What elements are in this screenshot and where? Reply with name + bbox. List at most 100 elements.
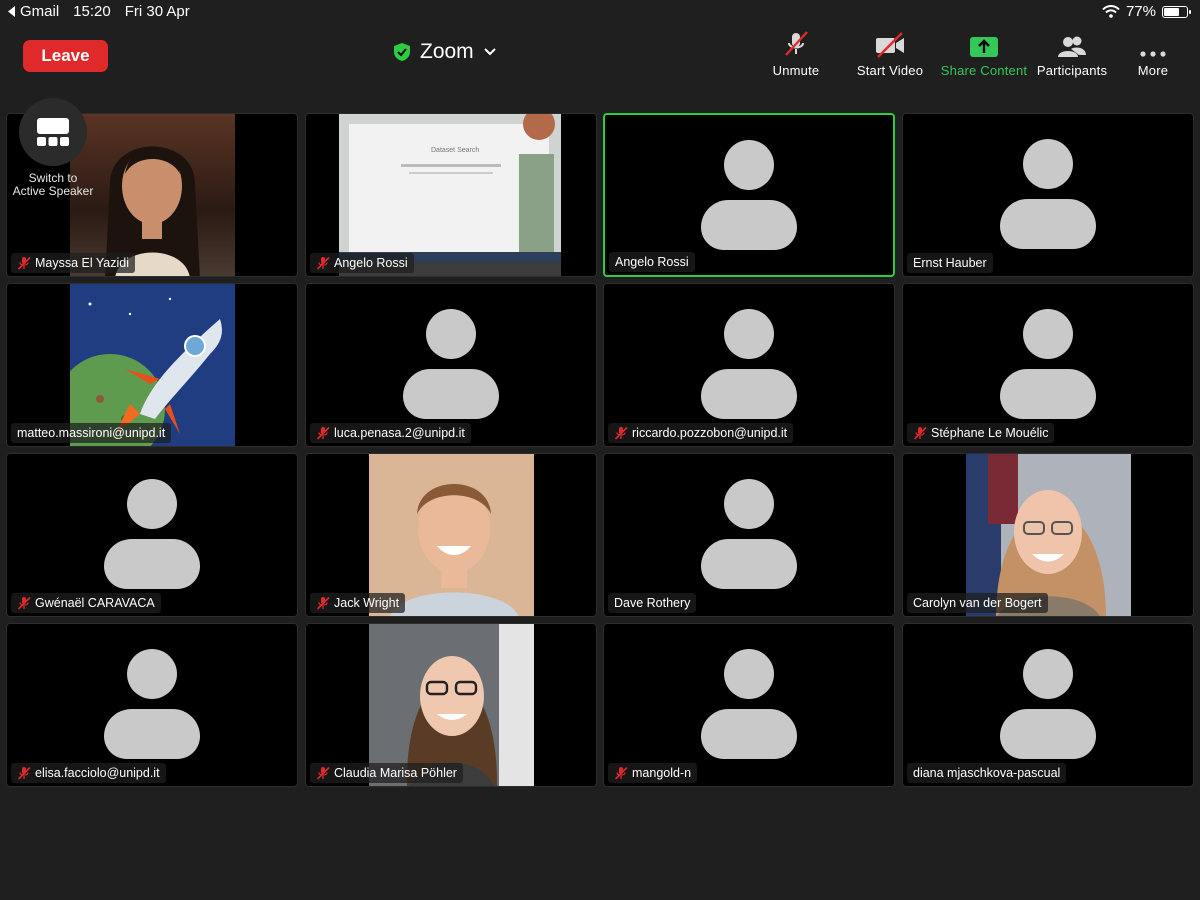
default-avatar-icon [1000, 136, 1096, 250]
muted-microphone-icon [785, 31, 808, 56]
participant-name: Dave Rothery [614, 596, 691, 610]
participant-tile[interactable]: Stéphane Le Mouélic [902, 283, 1194, 447]
participant-name: matteo.massironi@unipd.it [17, 426, 166, 440]
participants-label: Participants [1036, 63, 1108, 78]
participant-name-tag: mangold-n [608, 763, 698, 783]
participant-name: mangold-n [632, 766, 692, 780]
default-avatar-icon [701, 137, 797, 251]
participant-name: Carolyn van der Bogert [913, 596, 1042, 610]
muted-microphone-icon [913, 426, 927, 440]
muted-microphone-icon [316, 256, 330, 270]
unmute-button[interactable]: Unmute [770, 31, 822, 78]
default-avatar-icon [701, 646, 797, 760]
participant-video [369, 624, 534, 786]
participant-tile[interactable]: Dave Rothery [603, 453, 895, 617]
participant-tile[interactable]: matteo.massironi@unipd.it [6, 283, 298, 447]
muted-microphone-icon [316, 596, 330, 610]
participants-button[interactable]: Participants [1034, 34, 1110, 78]
muted-microphone-icon [614, 426, 628, 440]
unmute-label: Unmute [772, 63, 820, 78]
muted-microphone-icon [17, 596, 31, 610]
status-bar: Gmail 15:20 Fri 30 Apr 77% [0, 0, 1200, 24]
muted-microphone-icon [17, 766, 31, 780]
default-avatar-icon [1000, 646, 1096, 760]
participant-tile[interactable]: Jack Wright [305, 453, 597, 617]
muted-microphone-icon [316, 426, 330, 440]
participant-tile[interactable]: Ernst Hauber [902, 113, 1194, 277]
participant-name: Gwénaël CARAVACA [35, 596, 155, 610]
participant-name-tag: luca.penasa.2@unipd.it [310, 423, 471, 443]
participant-tile[interactable]: mangold-n [603, 623, 895, 787]
date: Fri 30 Apr [124, 3, 190, 20]
participant-name-tag: Angelo Rossi [609, 252, 695, 272]
switch-to-active-speaker-button[interactable]: Switch to Active Speaker [8, 98, 98, 202]
start-video-label: Start Video [856, 63, 924, 78]
back-arrow-icon [8, 6, 15, 17]
chevron-down-icon [483, 48, 496, 56]
participant-tile[interactable]: riccardo.pozzobon@unipd.it [603, 283, 895, 447]
screen-text: Dataset Search [431, 147, 479, 154]
more-label: More [1137, 63, 1169, 78]
participant-name: elisa.facciolo@unipd.it [35, 766, 160, 780]
participant-name-tag: elisa.facciolo@unipd.it [11, 763, 166, 783]
back-to-app-button[interactable]: Gmail [8, 3, 59, 20]
default-avatar-icon [403, 306, 499, 420]
default-avatar-icon [1000, 306, 1096, 420]
participant-name-tag: Carolyn van der Bogert [907, 593, 1048, 613]
participant-name-tag: diana mjaschkova-pascual [907, 763, 1067, 783]
default-avatar-icon [104, 646, 200, 760]
share-content-label: Share Content [940, 63, 1028, 78]
leave-button[interactable]: Leave [23, 40, 108, 72]
participant-name-tag: Dave Rothery [608, 593, 697, 613]
participant-name-tag: Ernst Hauber [907, 253, 993, 273]
participant-name: Ernst Hauber [913, 256, 987, 270]
participant-name: riccardo.pozzobon@unipd.it [632, 426, 788, 440]
meeting-title: Zoom [420, 40, 474, 63]
participants-icon [1058, 36, 1086, 57]
participant-tile[interactable]: Claudia Marisa Pöhler [305, 623, 597, 787]
battery-icon [1162, 5, 1191, 18]
participant-name-tag: Gwénaël CARAVACA [11, 593, 161, 613]
more-dots-icon [1140, 51, 1166, 57]
participant-name-tag: Mayssa El Yazidi [11, 253, 136, 273]
participant-tile[interactable]: Angelo Rossi [603, 113, 895, 277]
participant-video [966, 454, 1131, 616]
participant-name: Angelo Rossi [334, 256, 408, 270]
participant-name: Stéphane Le Mouélic [931, 426, 1049, 440]
participant-name: Mayssa El Yazidi [35, 256, 130, 270]
clock: 15:20 [73, 3, 111, 20]
participant-tile[interactable]: Dataset Search Angelo Rossi [305, 113, 597, 277]
participant-tile[interactable]: luca.penasa.2@unipd.it [305, 283, 597, 447]
share-screen-icon [970, 37, 998, 57]
default-avatar-icon [701, 476, 797, 590]
video-off-icon [876, 32, 904, 58]
shield-check-icon [394, 43, 410, 61]
participant-name: Jack Wright [334, 596, 400, 610]
muted-microphone-icon [17, 256, 31, 270]
participant-tile[interactable]: elisa.facciolo@unipd.it [6, 623, 298, 787]
start-video-button[interactable]: Start Video [854, 32, 926, 78]
more-button[interactable]: More [1134, 34, 1172, 78]
muted-microphone-icon [614, 766, 628, 780]
share-content-button[interactable]: Share Content [940, 34, 1028, 78]
participant-tile[interactable]: diana mjaschkova-pascual [902, 623, 1194, 787]
default-avatar-icon [701, 306, 797, 420]
switch-label-line2: Active Speaker [12, 184, 94, 198]
participant-name-tag: matteo.massironi@unipd.it [11, 423, 172, 443]
muted-microphone-icon [316, 766, 330, 780]
default-avatar-icon [104, 476, 200, 590]
meeting-title-button[interactable]: Zoom [394, 38, 496, 66]
participant-name-tag: Stéphane Le Mouélic [907, 423, 1055, 443]
back-app-label: Gmail [20, 3, 60, 20]
participant-name: luca.penasa.2@unipd.it [334, 426, 465, 440]
participant-tile[interactable]: Gwénaël CARAVACA [6, 453, 298, 617]
battery-percent: 77% [1125, 3, 1156, 20]
participant-name: diana mjaschkova-pascual [913, 766, 1061, 780]
participant-name: Angelo Rossi [615, 255, 689, 269]
participant-video [55, 284, 235, 446]
participant-video: Dataset Search [339, 114, 561, 276]
participant-tile[interactable]: Carolyn van der Bogert [902, 453, 1194, 617]
participant-name-tag: Jack Wright [310, 593, 406, 613]
participant-video [369, 454, 534, 616]
wifi-icon [1102, 5, 1120, 18]
